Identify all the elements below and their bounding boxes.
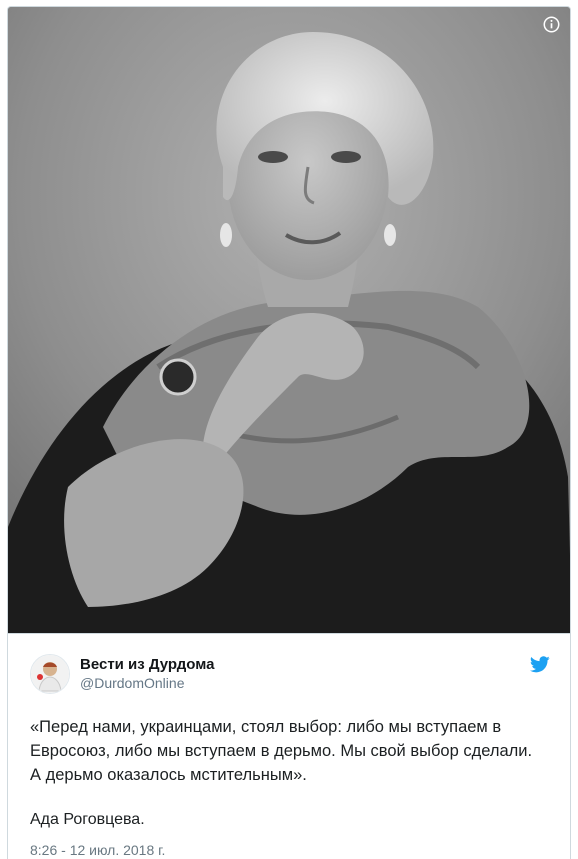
avatar[interactable] [30, 654, 70, 694]
tweet-timestamp[interactable]: 8:26 - 12 июл. 2018 г. [30, 841, 550, 859]
tweet-body: Вести из Дурдома @DurdomOnline «Перед на… [8, 634, 570, 859]
tweet-text: «Перед нами, украинцами, стоял выбор: ли… [30, 718, 533, 784]
embedded-tweet-card: Вести из Дурдома @DurdomOnline «Перед на… [7, 6, 571, 859]
author-display-name[interactable]: Вести из Дурдома [80, 655, 214, 674]
info-icon[interactable] [543, 16, 560, 33]
author-handle[interactable]: @DurdomOnline [80, 674, 214, 693]
twitter-bird-icon[interactable] [530, 656, 550, 673]
tweet-author[interactable]: Вести из Дурдома @DurdomOnline [30, 653, 550, 695]
tweet-signature: Ада Роговцева. [30, 811, 145, 828]
avatar-image [31, 655, 69, 693]
tweet-photo[interactable] [8, 7, 570, 634]
portrait-image [8, 7, 570, 633]
